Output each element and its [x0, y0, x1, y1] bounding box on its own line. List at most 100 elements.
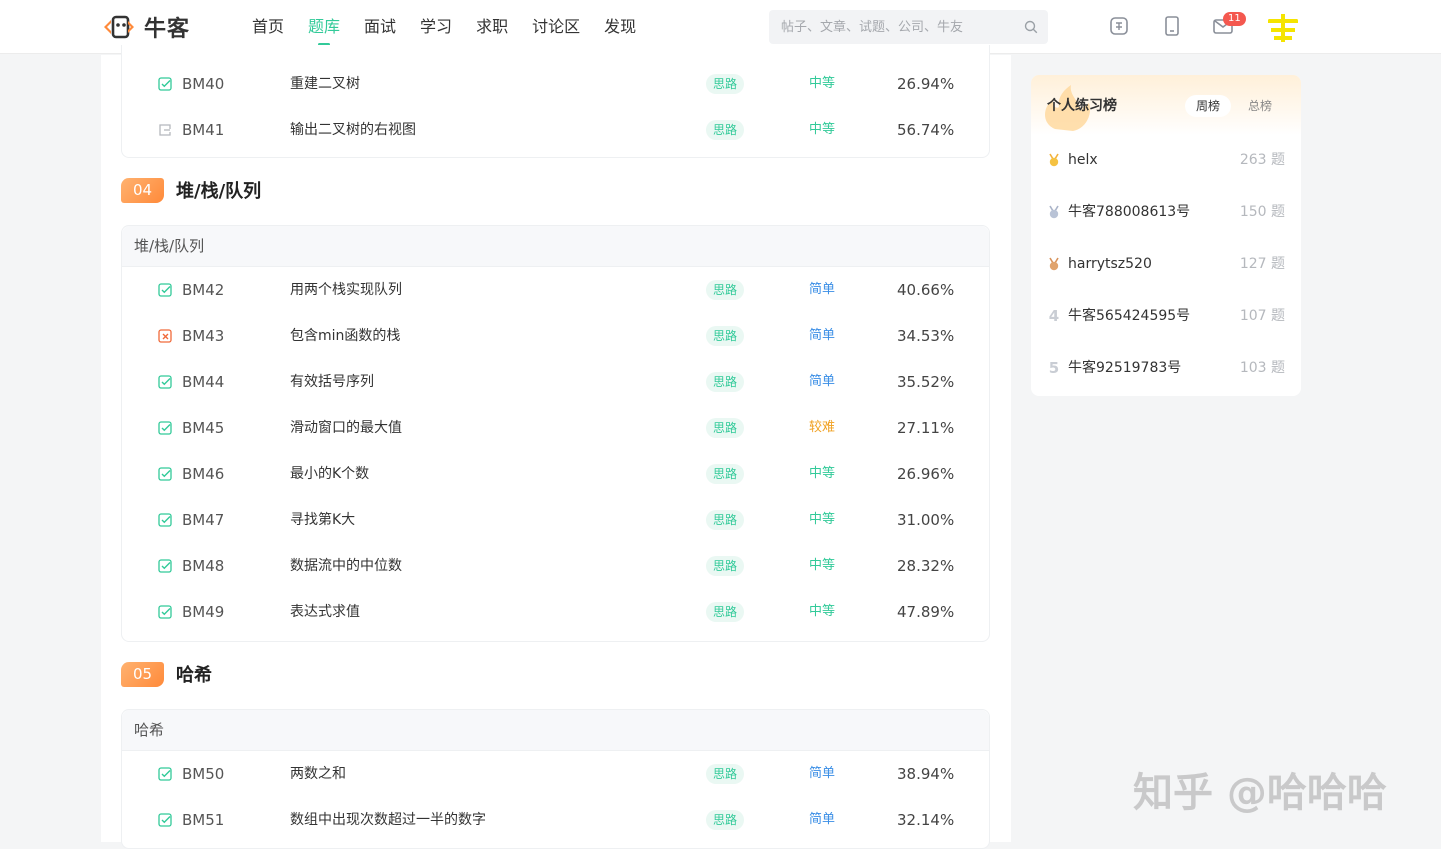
problem-row-bm42[interactable]: BM42 用两个栈实现队列 思路 简单 40.66%: [122, 267, 989, 313]
hint-tag[interactable]: 思路: [706, 464, 745, 484]
ranking-row[interactable]: 5 牛客92519783号 103 题: [1031, 342, 1301, 394]
search-icon[interactable]: [1024, 20, 1038, 34]
problem-row-bm45[interactable]: BM45 滑动窗口的最大值 思路 较难 27.11%: [122, 405, 989, 451]
problem-row-bm44[interactable]: BM44 有效括号序列 思路 简单 35.52%: [122, 359, 989, 405]
tab-weekly[interactable]: 周榜: [1185, 95, 1232, 117]
hint-tag[interactable]: 思路: [706, 326, 745, 346]
difficulty-label: 中等: [809, 76, 836, 91]
avatar[interactable]: [1266, 11, 1300, 45]
difficulty-label: 简单: [809, 328, 836, 343]
problem-name[interactable]: 重建二叉树: [290, 61, 360, 107]
hint-tag[interactable]: 思路: [706, 372, 745, 392]
problem-row-bm51[interactable]: BM51 数组中出现次数超过一半的数字 思路 简单 32.14%: [122, 797, 989, 843]
problem-row-bm49[interactable]: BM49 表达式求值 思路 中等 47.89%: [122, 589, 989, 635]
problem-name[interactable]: 有效括号序列: [290, 359, 374, 405]
pass-rate: 27.11%: [897, 419, 955, 437]
hint-tag[interactable]: 思路: [706, 810, 745, 830]
problem-name[interactable]: 寻找第K大: [290, 497, 355, 543]
pass-rate: 56.74%: [897, 121, 955, 139]
problem-name[interactable]: 表达式求值: [290, 589, 360, 635]
hint-tag[interactable]: 思路: [706, 418, 745, 438]
rank-number: 4: [1048, 307, 1060, 325]
problem-id: BM40: [182, 75, 225, 93]
difficulty-label: 中等: [809, 604, 836, 619]
solved-count: 127 题: [1239, 256, 1285, 272]
difficulty-label: 简单: [809, 766, 836, 781]
pass-rate: 28.32%: [897, 557, 955, 575]
search-box: [769, 10, 1048, 44]
pass-rate: 34.53%: [897, 327, 955, 345]
user-name[interactable]: harrytsz520: [1068, 238, 1152, 290]
recruit-icon[interactable]: [1108, 15, 1130, 37]
difficulty-label: 简单: [809, 374, 836, 389]
difficulty-label: 中等: [809, 466, 836, 481]
problem-name[interactable]: 数据流中的中位数: [290, 543, 402, 589]
problem-row-bm41[interactable]: BM41 输出二叉树的右视图 思路 中等 56.74%: [122, 107, 989, 153]
problem-id: BM51: [182, 811, 225, 829]
pass-rate: 26.94%: [897, 75, 955, 93]
problem-name[interactable]: 最小的K个数: [290, 451, 369, 497]
ranking-row[interactable]: 4 牛客565424595号 107 题: [1031, 290, 1301, 342]
problem-id: BM44: [182, 373, 225, 391]
problem-id: BM49: [182, 603, 225, 621]
problem-name[interactable]: 用两个栈实现队列: [290, 267, 402, 313]
solved-count: 107 题: [1239, 308, 1285, 324]
ranking-title: 个人练习榜: [1047, 98, 1117, 114]
problem-row-bm43[interactable]: BM43 包含min函数的栈 思路 简单 34.53%: [122, 313, 989, 359]
hint-tag[interactable]: 思路: [706, 764, 745, 784]
avatar-image: [1266, 11, 1300, 45]
passed-icon: [158, 767, 172, 781]
problem-id: BM48: [182, 557, 225, 575]
search-input[interactable]: [781, 10, 1011, 44]
difficulty-label: 较难: [809, 420, 836, 435]
ranking-row[interactable]: helx 263 题: [1031, 134, 1301, 186]
hint-tag[interactable]: 思路: [706, 120, 745, 140]
app-download-icon[interactable]: [1161, 15, 1183, 37]
problem-row-bm47[interactable]: BM47 寻找第K大 思路 中等 31.00%: [122, 497, 989, 543]
hint-tag[interactable]: 思路: [706, 74, 745, 94]
table-subtitle: 堆/栈/队列: [122, 226, 989, 267]
watermark: 知乎 @哈哈哈: [1133, 770, 1387, 816]
passed-icon: [158, 283, 172, 297]
problem-table-stack-queue: 堆/栈/队列 BM42 用两个栈实现队列 思路 简单 40.66% BM43 包…: [121, 225, 990, 642]
user-name[interactable]: 牛客788008613号: [1068, 186, 1190, 238]
bronze-medal-icon: [1049, 257, 1059, 271]
passed-icon: [158, 559, 172, 573]
problem-name[interactable]: 数组中出现次数超过一半的数字: [290, 797, 486, 843]
ranking-row[interactable]: harrytsz520 127 题: [1031, 238, 1301, 290]
problem-name[interactable]: 包含min函数的栈: [290, 313, 400, 359]
section-title: 哈希: [176, 665, 212, 686]
hint-tag[interactable]: 思路: [706, 556, 745, 576]
hint-tag[interactable]: 思路: [706, 510, 745, 530]
difficulty-label: 中等: [809, 558, 836, 573]
user-name[interactable]: 牛客92519783号: [1068, 342, 1181, 394]
rank-number: 5: [1048, 359, 1060, 377]
problem-id: BM42: [182, 281, 225, 299]
solved-count: 103 题: [1239, 360, 1285, 376]
problem-name[interactable]: 输出二叉树的右视图: [290, 107, 416, 153]
passed-icon: [158, 421, 172, 435]
hint-tag[interactable]: 思路: [706, 602, 745, 622]
problem-row-bm46[interactable]: BM46 最小的K个数 思路 中等 26.96%: [122, 451, 989, 497]
hint-tag[interactable]: 思路: [706, 280, 745, 300]
pass-rate: 40.66%: [897, 281, 955, 299]
ranking-row[interactable]: 牛客788008613号 150 题: [1031, 186, 1301, 238]
problem-name[interactable]: 滑动窗口的最大值: [290, 405, 402, 451]
problem-name[interactable]: 两数之和: [290, 751, 346, 797]
problem-row-bm50[interactable]: BM50 两数之和 思路 简单 38.94%: [122, 751, 989, 797]
user-name[interactable]: 牛客565424595号: [1068, 290, 1190, 342]
section-heading: 05 哈希: [121, 661, 212, 687]
logo-icon: [104, 15, 134, 39]
problem-row-bm48[interactable]: BM48 数据流中的中位数 思路 中等 28.32%: [122, 543, 989, 589]
problem-id: BM50: [182, 765, 225, 783]
logo[interactable]: 牛客: [100, 11, 190, 43]
pass-rate: 47.89%: [897, 603, 955, 621]
pass-rate: 35.52%: [897, 373, 955, 391]
difficulty-label: 简单: [809, 812, 836, 827]
section-number-badge: 04: [121, 177, 164, 203]
difficulty-label: 简单: [809, 282, 836, 297]
tab-total[interactable]: 总榜: [1237, 95, 1283, 117]
problem-row-bm40[interactable]: BM40 重建二叉树 思路 中等 26.94%: [122, 61, 989, 107]
user-name[interactable]: helx: [1068, 134, 1098, 186]
passed-icon: [158, 605, 172, 619]
